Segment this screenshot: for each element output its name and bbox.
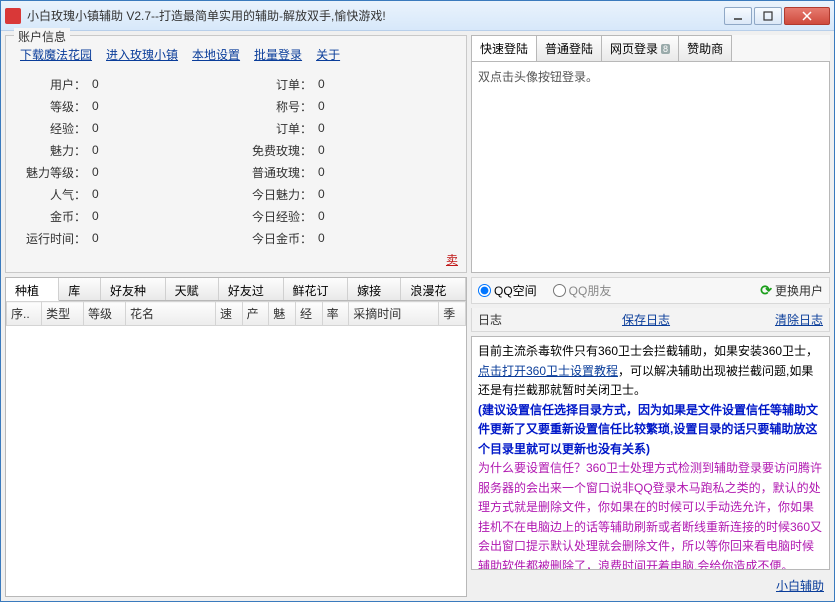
today-exp-value: 0 <box>318 209 325 223</box>
log-body[interactable]: 目前主流杀毒软件只有360卫士会拦截辅助，如果安装360卫士， 点击打开360卫士… <box>471 336 830 570</box>
account-info-group: 账户信息 下载魔法花园 进入玫瑰小镇 本地设置 批量登录 关于 用户：0 等级：… <box>5 35 467 273</box>
user-label: 用户： <box>20 76 92 93</box>
enter-town-link[interactable]: 进入玫瑰小镇 <box>106 46 178 63</box>
pop-value: 0 <box>92 187 99 201</box>
th-name[interactable]: 花名 <box>125 302 215 326</box>
window-controls <box>724 7 830 25</box>
close-button[interactable] <box>784 7 830 25</box>
order2-label: 订单： <box>246 120 318 137</box>
today-gold-value: 0 <box>318 231 325 245</box>
th-speed[interactable]: 速 <box>215 302 242 326</box>
th-type[interactable]: 类型 <box>42 302 84 326</box>
th-yield[interactable]: 产 <box>242 302 269 326</box>
tab-web-login[interactable]: 网页登录8 <box>601 35 679 61</box>
tab-romantic[interactable]: 浪漫花房 <box>401 278 466 300</box>
normal-rose-label: 普通玫瑰： <box>246 164 318 181</box>
tab-talent[interactable]: 天赋宝 <box>166 278 219 300</box>
gold-label: 金币： <box>20 208 92 225</box>
badge-icon: 8 <box>661 44 670 54</box>
today-charm-value: 0 <box>318 187 325 201</box>
login-tabs: 快速登陆 普通登陆 网页登录8 赞助商 <box>471 35 830 62</box>
log-label: 日志 <box>478 311 502 328</box>
minimize-button[interactable] <box>724 7 752 25</box>
log-p2: (建议设置信任选择目录方式，因为如果是文件设置信任等辅助文件更新了又要重新设置信… <box>478 403 818 456</box>
gold-value: 0 <box>92 209 99 223</box>
garden-table-wrap: 序.. 类型 等级 花名 速 产 魅 经 率 采摘时间 季 <box>5 301 467 597</box>
download-garden-link[interactable]: 下载魔法花园 <box>20 46 92 63</box>
platform-radio-row: QQ空间 QQ朋友 ⟳更换用户 <box>471 277 830 304</box>
log-360-link[interactable]: 点击打开360卫士设置教程 <box>478 364 618 378</box>
radio-qfriend[interactable]: QQ朋友 <box>553 282 612 299</box>
tab-graft[interactable]: 嫁接花 <box>348 278 401 300</box>
footer: 小白辅助 <box>471 574 830 597</box>
quick-login-panel: 双点击头像按钮登录。 <box>471 62 830 273</box>
titlebar: 小白玫瑰小镇辅助 V2.7--打造最简单实用的辅助-解放双手,愉快游戏! <box>1 1 834 31</box>
log-header: 日志 保存日志 清除日志 <box>471 308 830 332</box>
exp-value: 0 <box>92 121 99 135</box>
tab-quick-login[interactable]: 快速登陆 <box>471 35 537 61</box>
level-value: 0 <box>92 99 99 113</box>
app-icon <box>5 8 21 24</box>
today-gold-label: 今日金币： <box>246 230 318 247</box>
runtime-value: 0 <box>92 231 99 245</box>
link-row: 下载魔法花园 进入玫瑰小镇 本地设置 批量登录 关于 <box>20 46 460 63</box>
level-label: 等级： <box>20 98 92 115</box>
charm-value: 0 <box>92 143 99 157</box>
runtime-label: 运行时间： <box>20 230 92 247</box>
radio-qfriend-input[interactable] <box>553 284 566 297</box>
charm-level-label: 魅力等级： <box>20 164 92 181</box>
refresh-icon: ⟳ <box>760 282 772 299</box>
th-level[interactable]: 等级 <box>84 302 126 326</box>
th-rate[interactable]: 率 <box>322 302 349 326</box>
th-charm[interactable]: 魅 <box>269 302 296 326</box>
clear-log-link[interactable]: 清除日志 <box>775 311 823 328</box>
tab-flower-order[interactable]: 鲜花订单 <box>284 278 349 300</box>
tab-garden[interactable]: 种植园 <box>6 278 59 301</box>
title2-value: 0 <box>318 99 325 113</box>
th-season[interactable]: 季 <box>439 302 466 326</box>
free-rose-value: 0 <box>318 143 325 157</box>
th-harvest[interactable]: 采摘时间 <box>349 302 439 326</box>
tab-inventory[interactable]: 库存 <box>59 278 101 300</box>
footer-link[interactable]: 小白辅助 <box>776 579 824 593</box>
today-exp-label: 今日经验： <box>246 208 318 225</box>
local-settings-link[interactable]: 本地设置 <box>192 46 240 63</box>
switch-user-button[interactable]: ⟳更换用户 <box>760 282 823 299</box>
tab-normal-login[interactable]: 普通登陆 <box>536 35 602 61</box>
save-log-link[interactable]: 保存日志 <box>622 311 670 328</box>
normal-rose-value: 0 <box>318 165 325 179</box>
title2-label: 称号： <box>246 98 318 115</box>
charm-level-value: 0 <box>92 165 99 179</box>
sell-link[interactable]: 卖 <box>446 251 458 268</box>
tab-friend-filter[interactable]: 好友过滤 <box>219 278 284 300</box>
app-window: 小白玫瑰小镇辅助 V2.7--打造最简单实用的辅助-解放双手,愉快游戏! 账户信… <box>0 0 835 602</box>
window-title: 小白玫瑰小镇辅助 V2.7--打造最简单实用的辅助-解放双手,愉快游戏! <box>27 7 724 24</box>
radio-qzone-input[interactable] <box>478 284 491 297</box>
login-hint: 双点击头像按钮登录。 <box>478 70 598 84</box>
user-value: 0 <box>92 77 99 91</box>
th-exp[interactable]: 经 <box>295 302 322 326</box>
order2-value: 0 <box>318 121 325 135</box>
log-p3: 为什么要设置信任？360卫士处理方式检测到辅助登录要访问腾许服务器的会出来一个窗… <box>478 461 822 570</box>
account-legend: 账户信息 <box>14 28 70 45</box>
radio-qzone[interactable]: QQ空间 <box>478 282 537 299</box>
about-link[interactable]: 关于 <box>316 46 340 63</box>
garden-table: 序.. 类型 等级 花名 速 产 魅 经 率 采摘时间 季 <box>6 301 466 326</box>
pop-label: 人气： <box>20 186 92 203</box>
order-label: 订单： <box>246 76 318 93</box>
batch-login-link[interactable]: 批量登录 <box>254 46 302 63</box>
maximize-button[interactable] <box>754 7 782 25</box>
today-charm-label: 今日魅力： <box>246 186 318 203</box>
exp-label: 经验： <box>20 120 92 137</box>
charm-label: 魅力： <box>20 142 92 159</box>
tab-sponsor[interactable]: 赞助商 <box>678 35 732 61</box>
tab-friend-plant[interactable]: 好友种植 <box>101 278 166 300</box>
order-value: 0 <box>318 77 325 91</box>
log-p1a: 目前主流杀毒软件只有360卫士会拦截辅助，如果安装360卫士， <box>478 344 818 358</box>
free-rose-label: 免费玫瑰： <box>246 142 318 159</box>
th-seq[interactable]: 序.. <box>7 302 42 326</box>
main-tabs: 种植园 库存 好友种植 天赋宝 好友过滤 鲜花订单 嫁接花 浪漫花房 <box>5 277 467 301</box>
